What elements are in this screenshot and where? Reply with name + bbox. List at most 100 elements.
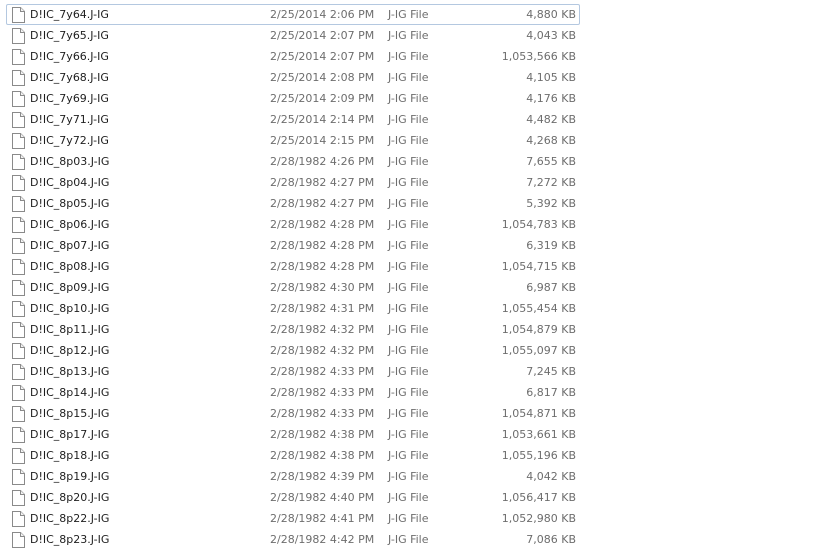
file-name: D!IC_8p10.J-IG [30, 302, 110, 315]
file-icon [12, 70, 25, 86]
file-row[interactable]: D!IC_8p15.J-IG 2/28/1982 4:33 PM J-IG Fi… [6, 403, 580, 424]
file-name: D!IC_8p12.J-IG [30, 344, 110, 357]
file-row[interactable]: D!IC_8p06.J-IG 2/28/1982 4:28 PM J-IG Fi… [6, 214, 580, 235]
file-icon [12, 448, 25, 464]
file-type: J-IG File [388, 155, 429, 168]
file-name: D!IC_8p13.J-IG [30, 365, 110, 378]
file-row[interactable]: D!IC_8p10.J-IG 2/28/1982 4:31 PM J-IG Fi… [6, 298, 580, 319]
file-icon [12, 259, 25, 275]
file-type: J-IG File [388, 92, 429, 105]
file-row[interactable]: D!IC_8p20.J-IG 2/28/1982 4:40 PM J-IG Fi… [6, 487, 580, 508]
file-row[interactable]: D!IC_8p05.J-IG 2/28/1982 4:27 PM J-IG Fi… [6, 193, 580, 214]
file-name: D!IC_8p23.J-IG [30, 533, 110, 546]
file-row[interactable]: D!IC_8p08.J-IG 2/28/1982 4:28 PM J-IG Fi… [6, 256, 580, 277]
file-size: 5,392 KB [526, 197, 576, 210]
file-icon [12, 91, 25, 107]
file-name: D!IC_8p03.J-IG [30, 155, 110, 168]
file-name: D!IC_8p22.J-IG [30, 512, 110, 525]
file-size: 4,176 KB [526, 92, 576, 105]
file-name: D!IC_8p04.J-IG [30, 176, 110, 189]
file-icon [12, 490, 25, 506]
file-type: J-IG File [388, 260, 429, 273]
file-row[interactable]: D!IC_8p14.J-IG 2/28/1982 4:33 PM J-IG Fi… [6, 382, 580, 403]
file-size: 7,272 KB [526, 176, 576, 189]
file-row[interactable]: D!IC_8p11.J-IG 2/28/1982 4:32 PM J-IG Fi… [6, 319, 580, 340]
file-date-modified: 2/28/1982 4:32 PM [270, 323, 375, 336]
file-row[interactable]: D!IC_7y64.J-IG 2/25/2014 2:06 PM J-IG Fi… [6, 4, 580, 25]
file-name: D!IC_7y69.J-IG [30, 92, 109, 105]
file-size: 1,052,980 KB [501, 512, 576, 525]
file-icon [12, 280, 25, 296]
file-name: D!IC_7y65.J-IG [30, 29, 109, 42]
file-row[interactable]: D!IC_8p09.J-IG 2/28/1982 4:30 PM J-IG Fi… [6, 277, 580, 298]
file-icon [12, 238, 25, 254]
file-date-modified: 2/25/2014 2:08 PM [270, 71, 375, 84]
file-date-modified: 2/28/1982 4:41 PM [270, 512, 375, 525]
file-icon [12, 175, 25, 191]
file-date-modified: 2/28/1982 4:31 PM [270, 302, 375, 315]
file-type: J-IG File [388, 113, 429, 126]
file-size: 4,042 KB [526, 470, 576, 483]
file-row[interactable]: D!IC_8p23.J-IG 2/28/1982 4:42 PM J-IG Fi… [6, 529, 580, 550]
file-icon [12, 322, 25, 338]
file-row[interactable]: D!IC_7y69.J-IG 2/25/2014 2:09 PM J-IG Fi… [6, 88, 580, 109]
file-type: J-IG File [388, 29, 429, 42]
file-icon [12, 343, 25, 359]
file-row[interactable]: D!IC_7y65.J-IG 2/25/2014 2:07 PM J-IG Fi… [6, 25, 580, 46]
file-name: D!IC_8p09.J-IG [30, 281, 110, 294]
file-row[interactable]: D!IC_8p18.J-IG 2/28/1982 4:38 PM J-IG Fi… [6, 445, 580, 466]
file-icon [12, 196, 25, 212]
file-row[interactable]: D!IC_8p13.J-IG 2/28/1982 4:33 PM J-IG Fi… [6, 361, 580, 382]
file-row[interactable]: D!IC_8p03.J-IG 2/28/1982 4:26 PM J-IG Fi… [6, 151, 580, 172]
file-list: D!IC_7y64.J-IG 2/25/2014 2:06 PM J-IG Fi… [6, 4, 580, 550]
file-size: 4,105 KB [526, 71, 576, 84]
file-size: 1,055,097 KB [501, 344, 576, 357]
file-type: J-IG File [388, 71, 429, 84]
file-icon [12, 7, 25, 23]
file-type: J-IG File [388, 491, 429, 504]
file-row[interactable]: D!IC_7y72.J-IG 2/25/2014 2:15 PM J-IG Fi… [6, 130, 580, 151]
file-date-modified: 2/28/1982 4:40 PM [270, 491, 375, 504]
file-icon [12, 511, 25, 527]
file-type: J-IG File [388, 428, 429, 441]
file-date-modified: 2/28/1982 4:38 PM [270, 428, 375, 441]
file-size: 1,054,715 KB [501, 260, 576, 273]
file-name: D!IC_7y68.J-IG [30, 71, 109, 84]
file-name: D!IC_7y71.J-IG [30, 113, 109, 126]
file-name: D!IC_8p07.J-IG [30, 239, 110, 252]
file-date-modified: 2/28/1982 4:27 PM [270, 197, 375, 210]
file-row[interactable]: D!IC_8p17.J-IG 2/28/1982 4:38 PM J-IG Fi… [6, 424, 580, 445]
file-icon [12, 49, 25, 65]
file-date-modified: 2/28/1982 4:30 PM [270, 281, 375, 294]
file-size: 6,319 KB [526, 239, 576, 252]
file-type: J-IG File [388, 386, 429, 399]
file-type: J-IG File [388, 50, 429, 63]
file-type: J-IG File [388, 197, 429, 210]
file-type: J-IG File [388, 365, 429, 378]
file-size: 4,268 KB [526, 134, 576, 147]
file-row[interactable]: D!IC_8p22.J-IG 2/28/1982 4:41 PM J-IG Fi… [6, 508, 580, 529]
file-type: J-IG File [388, 281, 429, 294]
file-icon [12, 406, 25, 422]
file-row[interactable]: D!IC_7y68.J-IG 2/25/2014 2:08 PM J-IG Fi… [6, 67, 580, 88]
file-row[interactable]: D!IC_7y71.J-IG 2/25/2014 2:14 PM J-IG Fi… [6, 109, 580, 130]
file-row[interactable]: D!IC_7y66.J-IG 2/25/2014 2:07 PM J-IG Fi… [6, 46, 580, 67]
file-row[interactable]: D!IC_8p04.J-IG 2/28/1982 4:27 PM J-IG Fi… [6, 172, 580, 193]
file-name: D!IC_8p18.J-IG [30, 449, 110, 462]
file-date-modified: 2/28/1982 4:33 PM [270, 407, 375, 420]
file-date-modified: 2/28/1982 4:42 PM [270, 533, 375, 546]
file-size: 1,053,661 KB [501, 428, 576, 441]
file-row[interactable]: D!IC_8p07.J-IG 2/28/1982 4:28 PM J-IG Fi… [6, 235, 580, 256]
file-size: 1,054,879 KB [501, 323, 576, 336]
file-row[interactable]: D!IC_8p12.J-IG 2/28/1982 4:32 PM J-IG Fi… [6, 340, 580, 361]
file-name: D!IC_7y64.J-IG [30, 8, 109, 21]
file-size: 6,987 KB [526, 281, 576, 294]
file-name: D!IC_8p11.J-IG [30, 323, 110, 336]
file-icon [12, 112, 25, 128]
file-type: J-IG File [388, 449, 429, 462]
file-date-modified: 2/28/1982 4:28 PM [270, 218, 375, 231]
file-size: 7,655 KB [526, 155, 576, 168]
file-row[interactable]: D!IC_8p19.J-IG 2/28/1982 4:39 PM J-IG Fi… [6, 466, 580, 487]
file-size: 6,817 KB [526, 386, 576, 399]
file-size: 1,053,566 KB [501, 50, 576, 63]
